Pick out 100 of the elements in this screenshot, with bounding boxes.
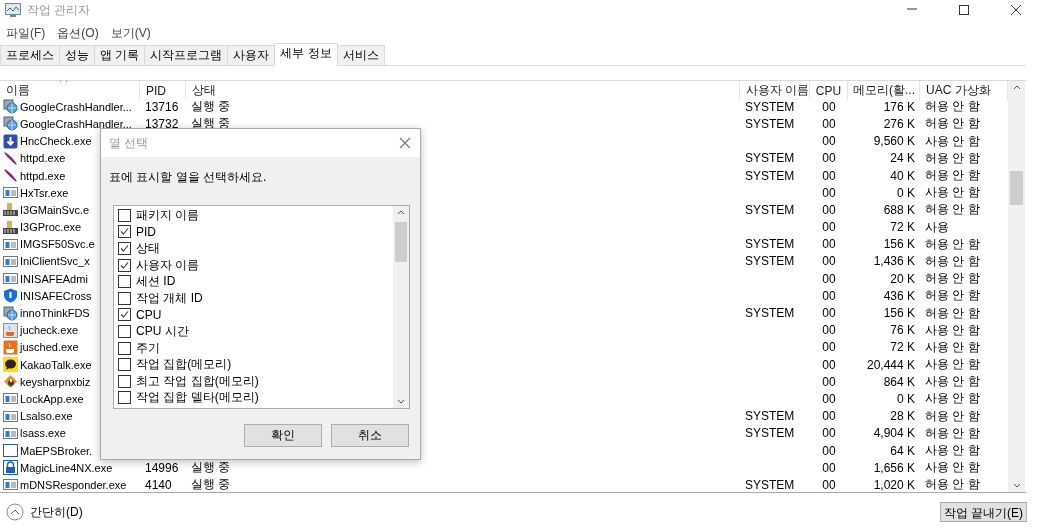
checkbox[interactable] — [118, 242, 131, 255]
menu-item[interactable]: 옵션(O) — [57, 25, 99, 43]
checkbox-label[interactable]: 패키지 이름 — [136, 206, 200, 224]
table-cell: SYSTEM — [745, 151, 795, 166]
tab[interactable]: 사용자 — [227, 45, 276, 65]
process-name: mDNSResponder.exe — [20, 478, 127, 491]
process-name: I3GMainSvc.e — [20, 203, 90, 216]
table-cell: 00 — [822, 288, 836, 303]
table-cell: 4140 — [145, 477, 172, 492]
checkbox[interactable] — [118, 324, 131, 338]
feather-icon — [3, 150, 18, 166]
column-header[interactable]: PID — [140, 81, 186, 100]
menu-item[interactable]: 파일(F) — [6, 25, 46, 43]
tab[interactable]: 성능 — [59, 45, 95, 65]
checkbox-label[interactable]: 상태 — [136, 240, 160, 257]
table-cell: 20 K — [890, 271, 915, 286]
tab[interactable]: 서비스 — [336, 45, 385, 65]
tab[interactable]: 세부 정보 — [274, 43, 338, 66]
scroll-thumb[interactable] — [395, 222, 407, 262]
scroll-thumb[interactable] — [1010, 171, 1023, 205]
table-cell: 허용 안 함 — [925, 270, 980, 288]
table-cell: 실행 중 — [191, 476, 231, 492]
table-cell: 허용 안 함 — [925, 476, 980, 492]
window-icon — [3, 185, 18, 201]
table-cell: 00 — [822, 168, 836, 183]
table-cell: 40 K — [890, 168, 915, 183]
checkbox-label[interactable]: 세션 ID — [136, 273, 176, 291]
window-icon — [3, 425, 18, 441]
feather-icon — [3, 168, 18, 184]
checkbox[interactable] — [118, 358, 131, 372]
menu-item[interactable]: 보기(V) — [110, 25, 151, 43]
column-header[interactable]: CPU — [810, 81, 848, 100]
table-cell: 00 — [822, 151, 836, 166]
checkbox-label[interactable]: 사용자 이름 — [136, 256, 200, 274]
blank-window-icon — [3, 443, 18, 459]
checkbox[interactable] — [118, 275, 131, 289]
table-cell: SYSTEM — [745, 426, 795, 441]
table-cell: 00 — [822, 443, 836, 458]
table-cell: 실행 중 — [191, 459, 231, 477]
checkbox[interactable] — [118, 208, 131, 222]
process-name: INISAFECross — [20, 289, 92, 302]
end-task-button[interactable]: 작업 끝내기(E) — [939, 502, 1027, 522]
window-icon — [3, 236, 18, 252]
table-cell: 64 K — [890, 443, 915, 458]
table-cell: 사용 안 함 — [925, 132, 980, 150]
window-title: 작업 관리자 — [27, 1, 92, 19]
table-cell: 허용 안 함 — [925, 167, 980, 185]
tab[interactable]: 앱 기록 — [94, 45, 146, 65]
ok-button[interactable]: 확인 — [244, 424, 322, 447]
table-cell: 허용 안 함 — [925, 115, 980, 133]
cancel-button[interactable]: 취소 — [331, 424, 409, 447]
checkbox-label[interactable]: PID — [136, 224, 156, 239]
table-cell: 176 K — [883, 99, 915, 114]
table-cell: 허용 안 함 — [925, 252, 980, 270]
table-cell: 13716 — [145, 99, 179, 114]
checkbox[interactable] — [118, 374, 131, 388]
checkbox-label[interactable]: CPU 시간 — [136, 322, 189, 340]
tab[interactable]: 프로세스 — [0, 45, 60, 65]
table-cell: 00 — [822, 306, 836, 321]
checkbox[interactable] — [118, 258, 131, 272]
table-cell: 허용 안 함 — [925, 287, 980, 305]
process-name: GoogleCrashHandler... — [20, 100, 132, 113]
task-manager-icon — [5, 3, 21, 17]
checkbox-label[interactable]: 최고 작업 집합(메모리) — [136, 372, 259, 390]
app-globe-icon — [3, 305, 18, 321]
checkbox-label[interactable]: CPU — [136, 307, 162, 322]
checkbox[interactable] — [118, 225, 131, 239]
table-cell: 허용 안 함 — [925, 304, 980, 322]
checkbox[interactable] — [118, 391, 131, 405]
column-header[interactable]: 사용자 이름 — [740, 81, 810, 100]
process-name: keysharpnxbiz — [20, 375, 91, 388]
checkbox[interactable] — [118, 291, 131, 305]
checkbox-label[interactable]: 작업 개체 ID — [136, 289, 203, 307]
key-icon — [3, 374, 18, 390]
window-icon — [3, 271, 18, 287]
table-cell: 00 — [822, 237, 836, 252]
scrollbar[interactable] — [1008, 81, 1025, 492]
dialog-title: 열 선택 — [109, 134, 150, 152]
column-header[interactable]: 메모리(활... — [848, 81, 920, 100]
table-cell: 24 K — [890, 151, 915, 166]
table-cell: 72 K — [890, 220, 915, 235]
process-name: HncCheck.exe — [20, 135, 92, 148]
building-icon — [3, 202, 18, 218]
checkbox[interactable] — [118, 308, 131, 322]
scrollbar[interactable] — [393, 206, 409, 408]
table-cell: 1,020 K — [873, 477, 915, 492]
checkbox-label[interactable]: 작업 집합 델타(메모리) — [136, 389, 259, 407]
checkbox[interactable] — [118, 341, 131, 355]
table-cell: SYSTEM — [745, 202, 795, 217]
process-name: GoogleCrashHandler... — [20, 117, 132, 130]
checkbox-label[interactable]: 작업 집합(메모리) — [136, 356, 232, 374]
checkbox-label[interactable]: 주기 — [136, 339, 160, 357]
download-arrow-icon — [3, 133, 18, 149]
collapse-chevron-icon[interactable] — [6, 503, 24, 521]
app-globe-icon — [3, 99, 18, 115]
table-cell: 실행 중 — [191, 98, 231, 116]
tab[interactable]: 시작프로그램 — [144, 45, 229, 65]
table-cell: SYSTEM — [745, 168, 795, 183]
collapse-link[interactable]: 간단히(D) — [30, 503, 83, 521]
column-header[interactable]: 상태 — [186, 81, 740, 100]
